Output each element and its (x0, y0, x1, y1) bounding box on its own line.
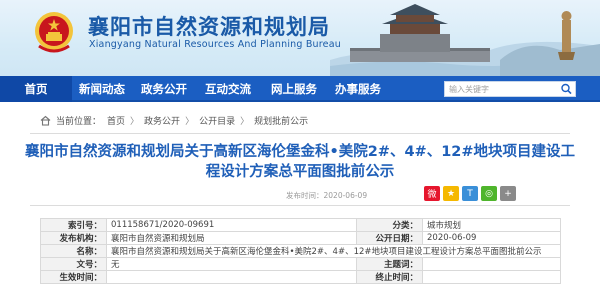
nav-affairs-service[interactable]: 办事服务 (328, 76, 388, 102)
national-emblem-icon (35, 12, 73, 53)
public-date-value: 2020-06-09 (422, 231, 561, 245)
search-box (444, 81, 576, 97)
index-number-value: 011158671/2020-09691 (106, 218, 357, 232)
share-more-icon[interactable]: + (500, 186, 516, 201)
category-label: 分类： (356, 218, 423, 232)
name-value: 襄阳市自然资源和规划局关于高新区海伦堡金科•美院2#、4#、12#地块项目建设工… (106, 244, 561, 258)
table-row: 生效时间： 终止时间： (40, 270, 561, 284)
site-title: 襄阳市自然资源和规划局 (88, 15, 330, 39)
weibo-icon[interactable]: 微 (424, 186, 440, 201)
divider (30, 133, 570, 134)
publish-date: 发布时间：2020-06-09 (286, 191, 368, 200)
breadcrumb-separator: 〉 (240, 116, 250, 127)
city-wall-scenery (330, 4, 600, 76)
search-icon[interactable] (560, 83, 573, 95)
breadcrumb-government-affairs[interactable]: 政务公开 (144, 114, 180, 127)
breadcrumb-prefix: 当前位置： (56, 116, 102, 127)
name-label: 名称： (40, 244, 107, 258)
wechat-icon[interactable]: ◎ (481, 186, 497, 201)
breadcrumb-catalog[interactable]: 公开目录 (199, 114, 235, 127)
table-row: 文号： 无 主题词： (40, 257, 561, 271)
breadcrumb-separator: 〉 (185, 116, 195, 127)
search-input[interactable] (449, 82, 557, 96)
nav-online-service[interactable]: 网上服务 (264, 76, 324, 102)
nav-government-affairs[interactable]: 政务公开 (134, 76, 194, 102)
table-row: 名称： 襄阳市自然资源和规划局关于高新区海伦堡金科•美院2#、4#、12#地块项… (40, 244, 561, 258)
doc-number-label: 文号： (40, 257, 107, 271)
article-title: 襄阳市自然资源和规划局关于高新区海伦堡金科•美院2#、4#、12#地块项目建设工… (24, 144, 576, 180)
site-subtitle: Xiangyang Natural Resources And Planning… (89, 39, 341, 50)
divider (30, 205, 570, 206)
category-value: 城市规划 (422, 218, 561, 232)
nav-news[interactable]: 新闻动态 (72, 76, 132, 102)
header-banner: 襄阳市自然资源和规划局 Xiangyang Natural Resources … (0, 0, 600, 76)
end-date-label: 终止时间： (356, 270, 423, 284)
nav-home[interactable]: 首页 (0, 76, 72, 102)
main-nav: 首页 新闻动态 政务公开 互动交流 网上服务 办事服务 (0, 76, 600, 102)
keywords-value (422, 257, 561, 271)
share-bar: 微 ★ T ◎ + (424, 186, 519, 201)
breadcrumb-home[interactable]: 首页 (107, 114, 125, 127)
nav-interaction[interactable]: 互动交流 (198, 76, 258, 102)
end-date-value (422, 270, 561, 284)
public-date-label: 公开日期： (356, 231, 423, 245)
effective-date-label: 生效时间： (40, 270, 107, 284)
document-info-table: 索引号： 011158671/2020-09691 分类： 城市规划 发布机构：… (40, 218, 561, 284)
tencent-weibo-icon[interactable]: T (462, 186, 478, 201)
qzone-icon[interactable]: ★ (443, 186, 459, 201)
article-meta: 发布时间：2020-06-09 微 ★ T ◎ + (30, 185, 570, 203)
effective-date-value (106, 270, 357, 284)
index-number-label: 索引号： (40, 218, 107, 232)
publisher-label: 发布机构： (40, 231, 107, 245)
table-row: 索引号： 011158671/2020-09691 分类： 城市规划 (40, 218, 561, 232)
home-icon (40, 115, 51, 126)
keywords-label: 主题词： (356, 257, 423, 271)
publisher-value: 襄阳市自然资源和规划局 (106, 231, 357, 245)
breadcrumb-planning-notice[interactable]: 规划批前公示 (254, 114, 308, 127)
doc-number-value: 无 (106, 257, 357, 271)
breadcrumb: 当前位置： 首页 〉 政务公开 〉 公开目录 〉 规划批前公示 (40, 113, 308, 127)
breadcrumb-separator: 〉 (130, 116, 140, 127)
table-row: 发布机构： 襄阳市自然资源和规划局 公开日期： 2020-06-09 (40, 231, 561, 245)
